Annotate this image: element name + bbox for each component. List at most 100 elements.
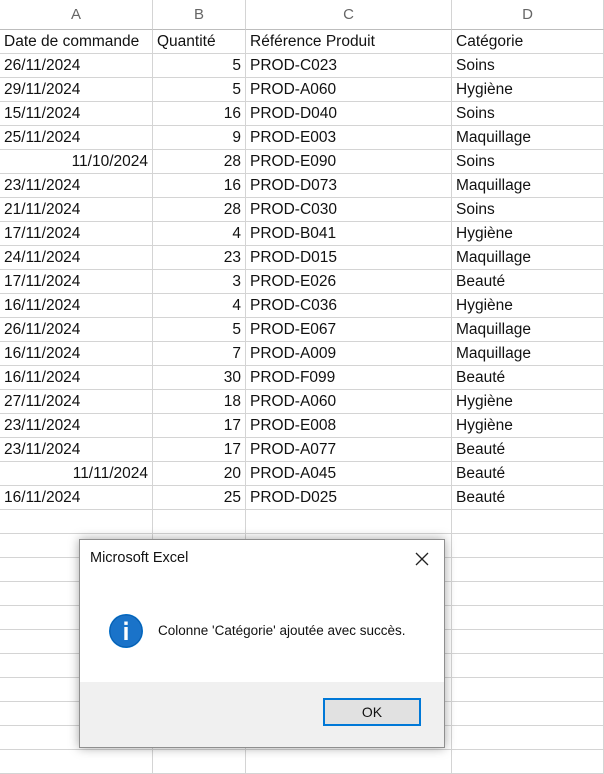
- cell-date[interactable]: 16/11/2024: [0, 366, 153, 390]
- cell-qty[interactable]: 7: [153, 342, 246, 366]
- cell-cat[interactable]: Maquillage: [452, 174, 604, 198]
- header-cell[interactable]: Quantité: [153, 30, 246, 54]
- cell-qty[interactable]: 3: [153, 270, 246, 294]
- column-header-c[interactable]: C: [246, 0, 452, 30]
- cell-date[interactable]: 17/11/2024: [0, 270, 153, 294]
- cell-qty[interactable]: 4: [153, 294, 246, 318]
- cell-cat[interactable]: Beauté: [452, 366, 604, 390]
- cell-cat[interactable]: Beauté: [452, 462, 604, 486]
- cell-date[interactable]: 16/11/2024: [0, 486, 153, 510]
- cell-ref[interactable]: PROD-A009: [246, 342, 452, 366]
- cell-ref[interactable]: PROD-E003: [246, 126, 452, 150]
- empty-cell[interactable]: [452, 654, 604, 678]
- empty-cell[interactable]: [246, 750, 452, 774]
- header-cell[interactable]: Catégorie: [452, 30, 604, 54]
- cell-qty[interactable]: 25: [153, 486, 246, 510]
- cell-ref[interactable]: PROD-E090: [246, 150, 452, 174]
- empty-cell[interactable]: [452, 510, 604, 534]
- cell-date[interactable]: 26/11/2024: [0, 318, 153, 342]
- cell-qty[interactable]: 9: [153, 126, 246, 150]
- cell-date[interactable]: 21/11/2024: [0, 198, 153, 222]
- cell-qty[interactable]: 28: [153, 198, 246, 222]
- cell-qty[interactable]: 23: [153, 246, 246, 270]
- cell-cat[interactable]: Soins: [452, 150, 604, 174]
- cell-ref[interactable]: PROD-F099: [246, 366, 452, 390]
- cell-date[interactable]: 16/11/2024: [0, 342, 153, 366]
- cell-date[interactable]: 16/11/2024: [0, 294, 153, 318]
- cell-qty[interactable]: 20: [153, 462, 246, 486]
- cell-cat[interactable]: Soins: [452, 198, 604, 222]
- cell-qty[interactable]: 28: [153, 150, 246, 174]
- cell-date[interactable]: 23/11/2024: [0, 174, 153, 198]
- empty-cell[interactable]: [452, 558, 604, 582]
- empty-cell[interactable]: [452, 606, 604, 630]
- cell-cat[interactable]: Beauté: [452, 438, 604, 462]
- cell-date[interactable]: 23/11/2024: [0, 438, 153, 462]
- header-cell[interactable]: Date de commande: [0, 30, 153, 54]
- empty-cell[interactable]: [452, 726, 604, 750]
- cell-cat[interactable]: Maquillage: [452, 318, 604, 342]
- empty-cell[interactable]: [153, 510, 246, 534]
- cell-date[interactable]: 26/11/2024: [0, 54, 153, 78]
- empty-cell[interactable]: [452, 702, 604, 726]
- ok-button[interactable]: OK: [323, 698, 421, 726]
- cell-date[interactable]: 29/11/2024: [0, 78, 153, 102]
- cell-cat[interactable]: Maquillage: [452, 246, 604, 270]
- cell-ref[interactable]: PROD-E026: [246, 270, 452, 294]
- cell-qty[interactable]: 5: [153, 54, 246, 78]
- cell-date[interactable]: 24/11/2024: [0, 246, 153, 270]
- empty-cell[interactable]: [452, 678, 604, 702]
- cell-cat[interactable]: Beauté: [452, 270, 604, 294]
- cell-qty[interactable]: 16: [153, 174, 246, 198]
- cell-cat[interactable]: Soins: [452, 54, 604, 78]
- cell-qty[interactable]: 18: [153, 390, 246, 414]
- cell-cat[interactable]: Hygiène: [452, 294, 604, 318]
- close-icon[interactable]: [408, 546, 436, 572]
- cell-date[interactable]: 23/11/2024: [0, 414, 153, 438]
- cell-cat[interactable]: Beauté: [452, 486, 604, 510]
- cell-ref[interactable]: PROD-A045: [246, 462, 452, 486]
- cell-ref[interactable]: PROD-D025: [246, 486, 452, 510]
- cell-date[interactable]: 27/11/2024: [0, 390, 153, 414]
- empty-cell[interactable]: [452, 534, 604, 558]
- cell-cat[interactable]: Soins: [452, 102, 604, 126]
- cell-cat[interactable]: Hygiène: [452, 222, 604, 246]
- column-header-b[interactable]: B: [153, 0, 246, 30]
- cell-qty[interactable]: 16: [153, 102, 246, 126]
- cell-ref[interactable]: PROD-C023: [246, 54, 452, 78]
- column-header-d[interactable]: D: [452, 0, 604, 30]
- cell-qty[interactable]: 5: [153, 318, 246, 342]
- cell-date[interactable]: 15/11/2024: [0, 102, 153, 126]
- cell-ref[interactable]: PROD-E008: [246, 414, 452, 438]
- cell-date[interactable]: 11/11/2024: [0, 462, 153, 486]
- cell-ref[interactable]: PROD-D015: [246, 246, 452, 270]
- empty-cell[interactable]: [246, 510, 452, 534]
- cell-ref[interactable]: PROD-C036: [246, 294, 452, 318]
- cell-ref[interactable]: PROD-E067: [246, 318, 452, 342]
- cell-qty[interactable]: 5: [153, 78, 246, 102]
- cell-cat[interactable]: Hygiène: [452, 414, 604, 438]
- column-header-a[interactable]: A: [0, 0, 153, 30]
- cell-qty[interactable]: 4: [153, 222, 246, 246]
- cell-date[interactable]: 17/11/2024: [0, 222, 153, 246]
- empty-cell[interactable]: [452, 750, 604, 774]
- cell-ref[interactable]: PROD-A060: [246, 78, 452, 102]
- cell-ref[interactable]: PROD-B041: [246, 222, 452, 246]
- cell-ref[interactable]: PROD-D073: [246, 174, 452, 198]
- cell-date[interactable]: 11/10/2024: [0, 150, 153, 174]
- empty-cell[interactable]: [452, 630, 604, 654]
- cell-cat[interactable]: Hygiène: [452, 390, 604, 414]
- cell-cat[interactable]: Maquillage: [452, 126, 604, 150]
- cell-ref[interactable]: PROD-C030: [246, 198, 452, 222]
- empty-cell[interactable]: [0, 750, 153, 774]
- cell-qty[interactable]: 30: [153, 366, 246, 390]
- cell-ref[interactable]: PROD-D040: [246, 102, 452, 126]
- cell-cat[interactable]: Hygiène: [452, 78, 604, 102]
- empty-cell[interactable]: [0, 510, 153, 534]
- cell-qty[interactable]: 17: [153, 414, 246, 438]
- empty-cell[interactable]: [153, 750, 246, 774]
- cell-ref[interactable]: PROD-A060: [246, 390, 452, 414]
- header-cell[interactable]: Référence Produit: [246, 30, 452, 54]
- cell-qty[interactable]: 17: [153, 438, 246, 462]
- empty-cell[interactable]: [452, 582, 604, 606]
